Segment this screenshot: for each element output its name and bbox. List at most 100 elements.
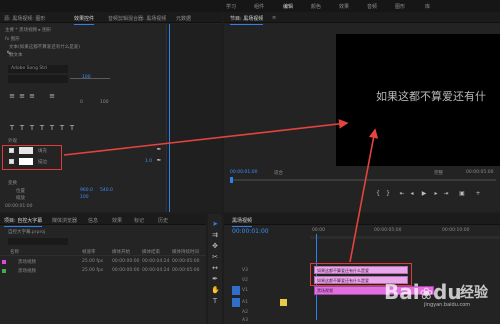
- track-name[interactable]: A1: [242, 300, 248, 305]
- solo-button[interactable]: [280, 299, 287, 306]
- resolution-select[interactable]: 完整: [434, 170, 443, 176]
- workspace-tab[interactable]: 图形: [395, 3, 405, 10]
- project-search-input[interactable]: [8, 238, 68, 245]
- align-center-icon[interactable]: ≡: [18, 92, 26, 100]
- fit-select[interactable]: 适合: [274, 170, 283, 176]
- column-duration[interactable]: 媒体持续时间: [172, 249, 199, 255]
- play-icon[interactable]: ▶: [420, 190, 428, 198]
- timeline-timecode[interactable]: 00:00:01:00: [232, 228, 269, 235]
- program-timecode[interactable]: 00:00:01:00: [230, 170, 257, 175]
- font-dropdown[interactable]: Adobe Song Std: [8, 65, 68, 73]
- tab-source[interactable]: 源: 黑场视频: 图形: [4, 15, 46, 22]
- go-to-in-icon[interactable]: ⇤: [398, 190, 406, 198]
- scrub-head[interactable]: [230, 177, 233, 183]
- mark-in-icon[interactable]: {: [374, 190, 382, 198]
- tab-history[interactable]: 历史: [158, 217, 168, 224]
- transport-controls: { } ⇤ ◂ ▶ ▸ ⇥ ▣ +: [374, 190, 484, 200]
- scale-value[interactable]: 100: [80, 195, 89, 200]
- italic-icon[interactable]: T: [18, 124, 26, 132]
- align-left-icon[interactable]: ≡: [8, 92, 16, 100]
- track-name[interactable]: V3: [242, 268, 248, 273]
- align-row: ≡ ≡ ≡ ≡: [8, 92, 128, 100]
- selection-tool-icon[interactable]: ➤: [211, 220, 219, 228]
- column-start[interactable]: 媒体开始: [112, 249, 130, 255]
- go-to-out-icon[interactable]: ⇥: [442, 190, 450, 198]
- pen-tool-icon[interactable]: ✒: [211, 275, 219, 283]
- workspace-tab[interactable]: 颜色: [311, 3, 321, 10]
- scrub-bar[interactable]: [230, 177, 496, 183]
- type-tool-icon[interactable]: T: [211, 297, 219, 305]
- font-size-value[interactable]: 100: [82, 75, 91, 80]
- track-target[interactable]: [232, 286, 240, 295]
- workspace-tab-edit[interactable]: 编辑: [283, 3, 294, 13]
- tab-effects[interactable]: 效果: [112, 217, 122, 224]
- column-end[interactable]: 媒体结束: [142, 249, 160, 255]
- justify-icon[interactable]: ≡: [48, 92, 56, 100]
- project-column-headers: 名称 帧速率 媒体开始 媒体结束 媒体持续时间: [0, 248, 206, 256]
- tab-audio-mixer[interactable]: 音频剪辑混合器: 黑场视频: [108, 15, 166, 22]
- mark-out-icon[interactable]: }: [384, 190, 392, 198]
- eyedropper-icon[interactable]: ✒: [155, 157, 163, 165]
- video-canvas[interactable]: 如果这都不算爱还有什: [336, 34, 500, 166]
- smallcaps-icon[interactable]: T: [38, 124, 46, 132]
- workspace-tab[interactable]: 库: [425, 3, 430, 10]
- export-frame-icon[interactable]: ▣: [458, 190, 466, 198]
- subscript-icon[interactable]: T: [58, 124, 66, 132]
- mini-playhead: [169, 24, 170, 212]
- baidu-watermark: Bai❀du 经验 jingyan.baidu.com: [384, 276, 496, 310]
- hand-tool-icon[interactable]: ✋: [211, 286, 220, 294]
- slip-tool-icon[interactable]: ↔: [211, 264, 219, 272]
- ruler-label: 00:00: [312, 228, 325, 233]
- tab-media-browser[interactable]: 媒体浏览器: [52, 217, 77, 224]
- position-x[interactable]: 960.0: [80, 188, 93, 193]
- item-end: 00:00:04:24: [142, 268, 170, 273]
- small-value-a: 0: [80, 100, 83, 105]
- align-right-icon[interactable]: ≡: [28, 92, 36, 100]
- table-row[interactable]: 黑场视频 25.00 fps 00:00:00:00 00:00:04:24 0…: [0, 267, 206, 275]
- fx-row: fx 图形: [5, 37, 20, 42]
- step-back-icon[interactable]: ◂: [408, 190, 416, 198]
- tab-info[interactable]: 信息: [88, 217, 98, 224]
- workspace-tab[interactable]: 音频: [367, 3, 377, 10]
- track-select-icon[interactable]: ⇉: [211, 231, 219, 239]
- workspace-tab[interactable]: 学习: [226, 3, 236, 10]
- step-forward-icon[interactable]: ▸: [432, 190, 440, 198]
- razor-tool-icon[interactable]: ✂: [211, 253, 219, 261]
- font-style-dropdown[interactable]: [8, 75, 68, 83]
- table-row[interactable]: 黑场视频 25.00 fps 00:00:00:00 00:00:04:24 0…: [0, 258, 206, 266]
- track-name[interactable]: V1: [242, 288, 248, 293]
- workspace-tab[interactable]: 组件: [254, 3, 264, 10]
- add-button-icon[interactable]: +: [474, 190, 482, 198]
- track-name[interactable]: A2: [242, 310, 248, 315]
- program-title[interactable]: 节目: 黑场视频: [230, 15, 264, 25]
- watermark-url: jingyan.baidu.com: [424, 302, 471, 308]
- position-y[interactable]: 540.0: [100, 188, 113, 193]
- track-name[interactable]: V2: [242, 278, 248, 283]
- timeline-ruler[interactable]: [310, 236, 500, 239]
- font-name: Adobe Song Std: [11, 66, 47, 71]
- effect-timecode: 00:00:01:00: [5, 204, 33, 209]
- column-fps[interactable]: 帧速率: [82, 249, 96, 255]
- eyedropper-icon[interactable]: ✒: [155, 146, 163, 154]
- column-name[interactable]: 名称: [10, 249, 19, 255]
- tab-project[interactable]: 项目: 自控大字幕: [4, 217, 43, 227]
- text-item[interactable]: 文本(如果这都不算爱还有什么是爱): [9, 44, 80, 50]
- tab-metadata[interactable]: 元数据: [176, 15, 191, 22]
- sequence-tab[interactable]: 黑场视频: [232, 217, 253, 227]
- stroke-width-value[interactable]: 1.0: [145, 159, 152, 164]
- workspace-tab[interactable]: 效果: [339, 3, 349, 10]
- overlay-text: 如果这都不算爱还有什: [376, 90, 486, 103]
- track-target[interactable]: [232, 298, 240, 307]
- track-name[interactable]: A3: [242, 318, 248, 323]
- allcaps-icon[interactable]: T: [28, 124, 36, 132]
- bold-icon[interactable]: T: [8, 124, 16, 132]
- ripple-edit-icon[interactable]: ✥: [211, 242, 219, 250]
- transform-label: 变换: [8, 181, 17, 186]
- superscript-icon[interactable]: T: [48, 124, 56, 132]
- pen-icon[interactable]: ✎: [5, 50, 13, 58]
- menu-icon[interactable]: ≡: [272, 15, 276, 21]
- tab-effect-controls[interactable]: 效果控件: [74, 15, 95, 25]
- underline-icon[interactable]: T: [68, 124, 76, 132]
- scale-label: 缩放: [16, 196, 25, 201]
- tab-markers[interactable]: 标记: [134, 217, 144, 224]
